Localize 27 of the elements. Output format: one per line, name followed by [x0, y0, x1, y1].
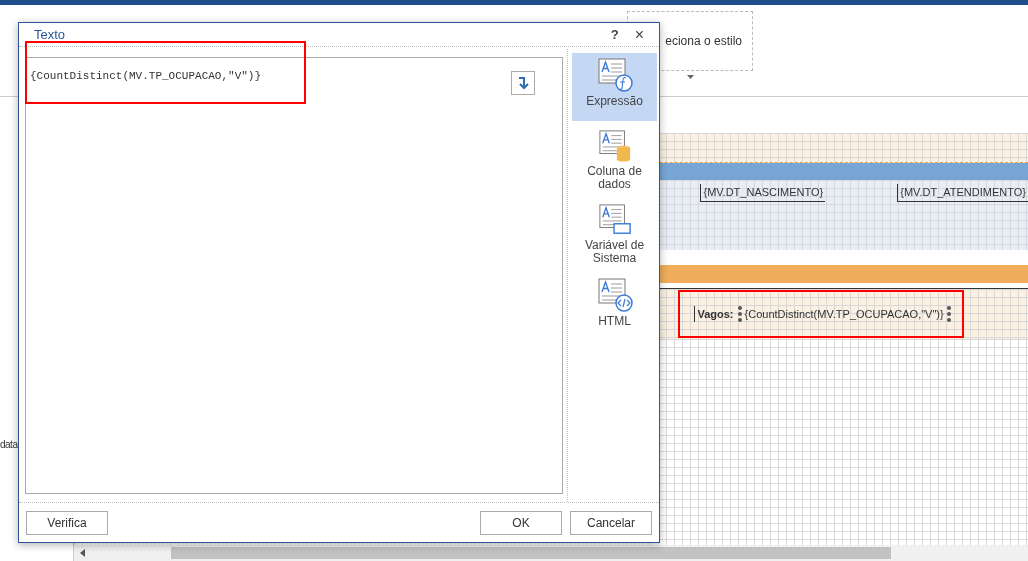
insert-type-item[interactable]: HTML — [572, 273, 657, 343]
scrollbar-thumb[interactable] — [171, 547, 892, 559]
field-expression[interactable]: {MV.DT_NASCIMENTO} — [700, 184, 826, 202]
footer-label[interactable]: Vagos: — [694, 305, 734, 323]
document-icon — [596, 203, 633, 237]
expression-editor[interactable]: {CountDistinct(MV.TP_OCUPACAO,"V")} — [25, 57, 563, 494]
footer-expression[interactable]: {CountDistinct(MV.TP_OCUPACAO,"V")} — [737, 305, 951, 323]
expression-text: {CountDistinct(MV.TP_OCUPACAO,"V")} — [30, 70, 262, 82]
document-icon — [596, 57, 633, 93]
insert-type-item[interactable]: Variável de Sistema — [572, 199, 657, 269]
insert-type-item[interactable]: Expressão — [572, 53, 657, 121]
arrow-down-icon — [517, 76, 529, 90]
insert-button[interactable] — [511, 71, 535, 95]
document-icon — [596, 129, 633, 163]
dialog-title: Texto — [34, 25, 66, 44]
close-button[interactable]: × — [634, 22, 644, 47]
horizontal-scrollbar[interactable] — [74, 545, 1028, 561]
document-icon — [596, 277, 633, 313]
ok-button[interactable]: OK — [480, 510, 562, 535]
help-button[interactable]: ? — [610, 24, 619, 45]
field-expression[interactable]: {MV.DT_ATENDIMENTO} — [897, 184, 1028, 202]
insert-type-item[interactable]: Coluna de dados — [572, 125, 657, 195]
verify-button[interactable]: Verifica — [26, 510, 108, 535]
cancel-button[interactable]: Cancelar — [570, 510, 652, 535]
left-arrow-icon[interactable] — [80, 549, 86, 557]
panel-label: data — [0, 438, 17, 452]
caret-icon[interactable] — [686, 75, 694, 79]
